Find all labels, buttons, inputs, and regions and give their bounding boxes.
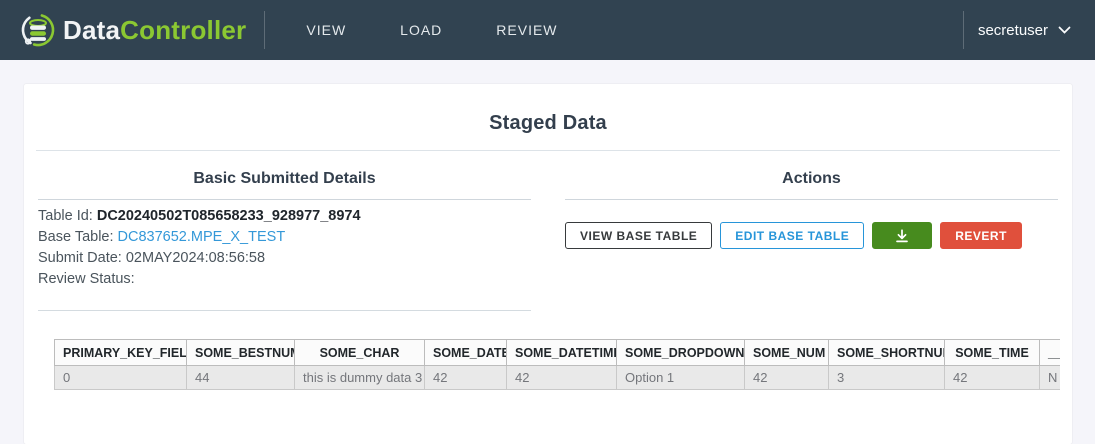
nav-item-load[interactable]: LOAD <box>373 0 469 60</box>
app-logo[interactable]: DataController <box>20 12 246 48</box>
download-icon <box>894 228 910 244</box>
col-some-dropdown[interactable]: SOME_DROPDOWN <box>617 340 745 366</box>
table-id-label: Table Id: <box>38 208 93 224</box>
app-header: DataController VIEW LOAD REVIEW secretus… <box>0 0 1095 60</box>
cell-some-shortnum[interactable]: 3 <box>829 366 945 390</box>
main-nav: VIEW LOAD REVIEW <box>279 0 584 60</box>
brand-name: DataController <box>63 15 246 46</box>
chevron-down-icon <box>1058 26 1071 35</box>
col-some-char[interactable]: SOME_CHAR <box>295 340 425 366</box>
cell-clipped[interactable]: N <box>1040 366 1061 390</box>
table-row[interactable]: 0 44 this is dummy data 3 42 42 Option 1… <box>55 366 1061 390</box>
cell-some-bestnum[interactable]: 44 <box>187 366 295 390</box>
brand-name-secondary: Controller <box>120 15 246 45</box>
col-some-datetime[interactable]: SOME_DATETIME <box>507 340 617 366</box>
cell-some-time[interactable]: 42 <box>945 366 1040 390</box>
col-clipped[interactable]: __ <box>1040 340 1061 366</box>
actions-section: Actions VIEW BASE TABLE EDIT BASE TABLE … <box>565 161 1058 311</box>
cell-some-date[interactable]: 42 <box>425 366 507 390</box>
actions-heading: Actions <box>565 161 1058 200</box>
submit-date-row: Submit Date: 02MAY2024:08:56:58 <box>38 248 531 269</box>
view-base-table-button[interactable]: VIEW BASE TABLE <box>565 222 712 249</box>
base-table-label: Base Table: <box>38 229 114 245</box>
col-some-num[interactable]: SOME_NUM <box>745 340 829 366</box>
col-some-time[interactable]: SOME_TIME <box>945 340 1040 366</box>
review-status-label: Review Status: <box>38 271 135 287</box>
base-table-link[interactable]: DC837652.MPE_X_TEST <box>118 229 286 245</box>
submitted-details-section: Basic Submitted Details Table Id: DC2024… <box>38 161 531 311</box>
download-button[interactable] <box>872 222 932 249</box>
col-some-date[interactable]: SOME_DATE <box>425 340 507 366</box>
col-primary-key-field[interactable]: PRIMARY_KEY_FIELD <box>55 340 187 366</box>
submitted-details-heading: Basic Submitted Details <box>38 161 531 200</box>
col-some-shortnum[interactable]: SOME_SHORTNUM <box>829 340 945 366</box>
nav-item-view[interactable]: VIEW <box>279 0 373 60</box>
base-table-row: Base Table: DC837652.MPE_X_TEST <box>38 227 531 248</box>
cell-some-dropdown[interactable]: Option 1 <box>617 366 745 390</box>
user-menu[interactable]: secretuser <box>978 22 1071 39</box>
brand-name-primary: Data <box>63 15 120 45</box>
staged-data-table: PRIMARY_KEY_FIELD SOME_BESTNUM SOME_CHAR… <box>54 339 1060 390</box>
col-some-bestnum[interactable]: SOME_BESTNUM <box>187 340 295 366</box>
cell-some-num[interactable]: 42 <box>745 366 829 390</box>
review-status-row: Review Status: <box>38 269 531 290</box>
revert-button[interactable]: REVERT <box>940 222 1022 249</box>
cell-some-char[interactable]: this is dummy data 3 <box>295 366 425 390</box>
table-header-row: PRIMARY_KEY_FIELD SOME_BESTNUM SOME_CHAR… <box>55 340 1061 366</box>
staged-data-card: Staged Data Basic Submitted Details Tabl… <box>24 84 1072 444</box>
submit-date-label: Submit Date: <box>38 250 122 266</box>
page-title: Staged Data <box>36 112 1060 135</box>
cell-primary-key-field[interactable]: 0 <box>55 366 187 390</box>
edit-base-table-button[interactable]: EDIT BASE TABLE <box>720 222 864 249</box>
table-id-value: DC20240502T085658233_928977_8974 <box>97 208 361 224</box>
cell-some-datetime[interactable]: 42 <box>507 366 617 390</box>
title-divider <box>36 150 1060 151</box>
header-divider <box>264 11 265 49</box>
submitted-details-block: Table Id: DC20240502T085658233_928977_89… <box>38 200 531 311</box>
staged-table-container: PRIMARY_KEY_FIELD SOME_BESTNUM SOME_CHAR… <box>54 339 1060 390</box>
user-name: secretuser <box>978 22 1048 39</box>
nav-item-review[interactable]: REVIEW <box>469 0 584 60</box>
action-buttons: VIEW BASE TABLE EDIT BASE TABLE REVERT <box>565 222 1058 249</box>
database-logo-icon <box>20 12 56 48</box>
table-id-row: Table Id: DC20240502T085658233_928977_89… <box>38 206 531 227</box>
content-columns: Basic Submitted Details Table Id: DC2024… <box>36 161 1060 311</box>
header-divider-right <box>963 11 964 49</box>
submit-date-value: 02MAY2024:08:56:58 <box>126 250 265 266</box>
